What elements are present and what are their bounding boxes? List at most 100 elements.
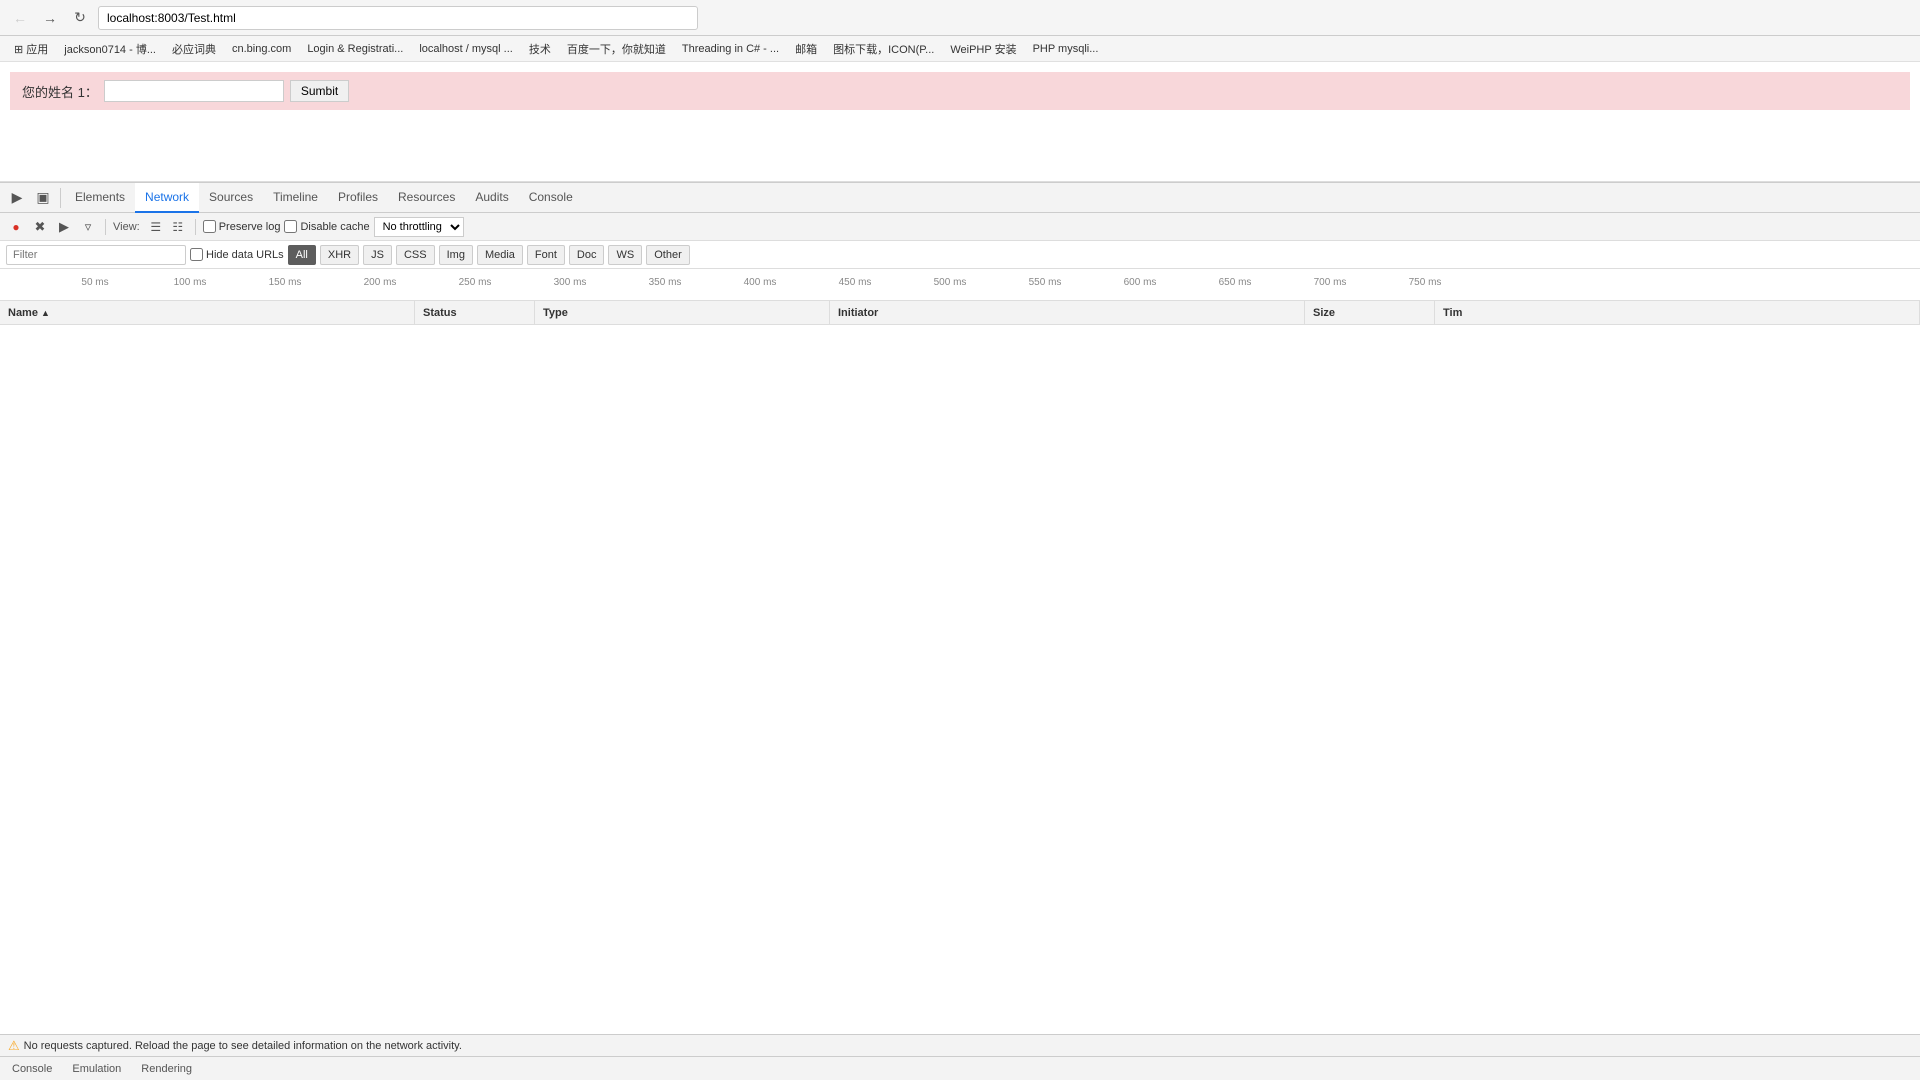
filter-button[interactable]: ▿ [78, 217, 98, 237]
nav-forward-button[interactable]: → [38, 6, 62, 30]
form-label: 您的姓名 1： [22, 82, 98, 101]
nav-back-button[interactable]: ← [8, 6, 32, 30]
warning-icon: ⚠ [8, 1038, 20, 1054]
tick-400ms: 400 ms [744, 277, 777, 288]
bottom-tabs: Console Emulation Rendering [0, 1056, 1920, 1080]
filter-css-button[interactable]: CSS [396, 245, 435, 265]
toolbar-sep2 [195, 219, 196, 235]
col-size[interactable]: Size [1305, 301, 1435, 324]
tick-550ms: 550 ms [1029, 277, 1062, 288]
bookmark-icon[interactable]: 图标下载，ICON(P... [827, 39, 940, 59]
capture-button[interactable]: ▶ [54, 217, 74, 237]
throttle-select[interactable]: No throttling [374, 217, 464, 237]
filter-media-button[interactable]: Media [477, 245, 523, 265]
tab-audits[interactable]: Audits [465, 183, 518, 213]
devtools-statusbar: ⚠ No requests captured. Reload the page … [0, 1034, 1920, 1056]
tab-elements[interactable]: Elements [65, 183, 135, 213]
view-buttons: ☰ ☷ [146, 217, 188, 237]
view-label: View: [113, 221, 140, 233]
tab-resources[interactable]: Resources [388, 183, 465, 213]
bookmark-apps[interactable]: ⊞ 应用 [8, 39, 54, 59]
devtools-panel: ▶ ▣ Elements Network Sources Timeline Pr… [0, 182, 1920, 1080]
tab-sources[interactable]: Sources [199, 183, 263, 213]
bookmark-jackson[interactable]: jackson0714 - 博... [58, 39, 162, 59]
devtools-inspect-icon[interactable]: ▶ [4, 185, 30, 211]
network-toolbar: ● ✖ ▶ ▿ View: ☰ ☷ Preserve log Disable c… [0, 213, 1920, 241]
disable-cache-checkbox[interactable] [284, 220, 297, 233]
filter-doc-button[interactable]: Doc [569, 245, 605, 265]
bookmark-email[interactable]: 邮箱 [789, 39, 823, 59]
col-initiator[interactable]: Initiator [830, 301, 1305, 324]
clear-button[interactable]: ✖ [30, 217, 50, 237]
col-name[interactable]: Name ▲ [0, 301, 415, 324]
tick-50ms: 50 ms [81, 277, 108, 288]
bottom-tab-console[interactable]: Console [8, 1061, 56, 1077]
large-view-button[interactable]: ☷ [168, 217, 188, 237]
tab-profiles[interactable]: Profiles [328, 183, 388, 213]
filter-all-button[interactable]: All [288, 245, 316, 265]
preserve-log-label[interactable]: Preserve log [203, 220, 281, 233]
bookmark-mysql[interactable]: localhost / mysql ... [413, 41, 519, 57]
tick-500ms: 500 ms [934, 277, 967, 288]
form-name-input[interactable] [104, 80, 284, 102]
tick-200ms: 200 ms [364, 277, 397, 288]
bottom-tab-emulation[interactable]: Emulation [68, 1061, 125, 1077]
filter-ws-button[interactable]: WS [608, 245, 642, 265]
filter-other-button[interactable]: Other [646, 245, 690, 265]
filter-js-button[interactable]: JS [363, 245, 392, 265]
bookmark-bingdict[interactable]: 必应词典 [166, 39, 222, 59]
record-button[interactable]: ● [6, 217, 26, 237]
filter-font-button[interactable]: Font [527, 245, 565, 265]
bookmark-weiphp[interactable]: WeiPHP 安装 [944, 39, 1022, 59]
tick-250ms: 250 ms [459, 277, 492, 288]
network-table-body [0, 325, 1920, 1034]
tab-timeline[interactable]: Timeline [263, 183, 328, 213]
col-type[interactable]: Type [535, 301, 830, 324]
list-view-button[interactable]: ☰ [146, 217, 166, 237]
bookmark-bing[interactable]: cn.bing.com [226, 41, 297, 57]
tick-100ms: 100 ms [174, 277, 207, 288]
tick-750ms: 750 ms [1409, 277, 1442, 288]
devtools-mobile-icon[interactable]: ▣ [30, 185, 56, 211]
col-time-label: Tim [1443, 307, 1462, 319]
bookmarks-bar: ⊞ 应用 jackson0714 - 博... 必应词典 cn.bing.com… [0, 36, 1920, 62]
tick-150ms: 150 ms [269, 277, 302, 288]
filter-bar: Hide data URLs All XHR JS CSS Img Media … [0, 241, 1920, 269]
form-row: 您的姓名 1： Sumbit [10, 72, 1910, 110]
filter-input[interactable] [6, 245, 186, 265]
nav-refresh-button[interactable]: ↻ [68, 6, 92, 30]
tabs-separator [60, 188, 61, 208]
col-status[interactable]: Status [415, 301, 535, 324]
bookmark-phpmysql[interactable]: PHP mysqli... [1027, 41, 1105, 57]
tick-600ms: 600 ms [1124, 277, 1157, 288]
filter-img-button[interactable]: Img [439, 245, 473, 265]
tab-console[interactable]: Console [519, 183, 583, 213]
tick-300ms: 300 ms [554, 277, 587, 288]
disable-cache-text: Disable cache [300, 221, 369, 233]
col-size-label: Size [1313, 307, 1335, 319]
address-bar[interactable] [98, 6, 698, 30]
network-table-header: Name ▲ Status Type Initiator Size Tim [0, 301, 1920, 325]
tick-350ms: 350 ms [649, 277, 682, 288]
hide-data-urls-text: Hide data URLs [206, 249, 284, 261]
bookmark-threading[interactable]: Threading in C# - ... [676, 41, 785, 57]
devtools-tabs-bar: ▶ ▣ Elements Network Sources Timeline Pr… [0, 183, 1920, 213]
page-content: 您的姓名 1： Sumbit [0, 62, 1920, 182]
bookmark-tech[interactable]: 技术 [523, 39, 557, 59]
col-name-label: Name [8, 307, 38, 319]
browser-toolbar: ← → ↻ [0, 0, 1920, 36]
col-time[interactable]: Tim [1435, 301, 1920, 324]
col-initiator-label: Initiator [838, 307, 878, 319]
timeline-ruler: 50 ms 100 ms 150 ms 200 ms 250 ms 300 ms… [0, 269, 1920, 301]
filter-xhr-button[interactable]: XHR [320, 245, 359, 265]
tab-network[interactable]: Network [135, 183, 199, 213]
bottom-tab-rendering[interactable]: Rendering [137, 1061, 196, 1077]
preserve-log-checkbox[interactable] [203, 220, 216, 233]
sort-arrow-icon: ▲ [41, 308, 50, 318]
bookmark-baidu[interactable]: 百度一下，你就知道 [561, 39, 672, 59]
hide-data-urls-checkbox[interactable] [190, 248, 203, 261]
bookmark-login[interactable]: Login & Registrati... [301, 41, 409, 57]
form-submit-button[interactable]: Sumbit [290, 80, 349, 102]
disable-cache-label[interactable]: Disable cache [284, 220, 369, 233]
hide-data-urls-label[interactable]: Hide data URLs [190, 248, 284, 261]
